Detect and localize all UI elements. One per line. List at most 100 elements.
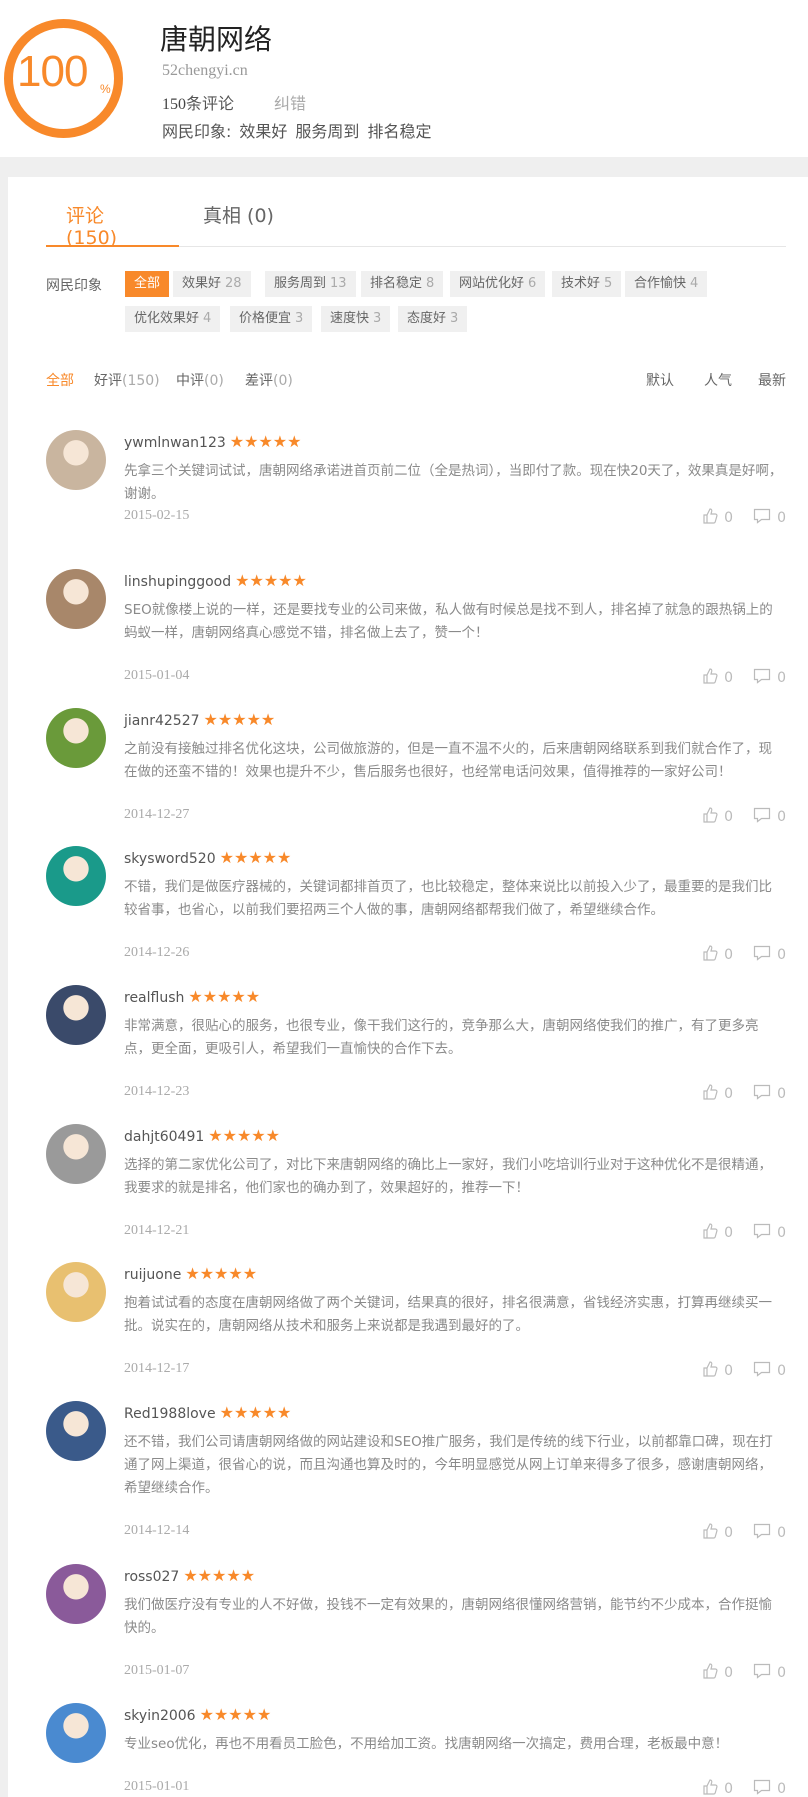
review-header: Red1988love ★★★★★	[124, 1403, 291, 1422]
reply-count: 0	[777, 670, 786, 686]
review-username[interactable]: ruijuone	[124, 1267, 181, 1283]
review-text: 之前没有接触过排名优化这块，公司做旅游的，但是一直不温不火的，后来唐朝网络联系到…	[124, 741, 772, 780]
review-text: 抱着试试看的态度在唐朝网络做了两个关键词，结果真的很好，排名很满意，省钱经济实惠…	[124, 1295, 772, 1334]
reply-count: 0	[777, 809, 786, 825]
review-item: realflush ★★★★★ 非常满意，很贴心的服务，也很专业，像干我们这行的，竞…	[46, 985, 786, 1105]
avatar[interactable]	[46, 846, 106, 906]
review-text: 还不错，我们公司请唐朝网络做的网站建设和SEO推广服务，我们是传统的线下行业，以…	[124, 1434, 773, 1496]
like-button[interactable]: 0	[702, 1523, 733, 1543]
like-button[interactable]: 0	[702, 1779, 733, 1797]
review-date: 2014-12-27	[124, 807, 190, 822]
reply-button[interactable]: 0	[753, 1779, 786, 1797]
review-actions: 00	[682, 945, 786, 965]
review-username[interactable]: skysword520	[124, 851, 216, 867]
tab-comments[interactable]: 评论 (150)	[46, 205, 179, 249]
rating-stars-icon: ★★★★★	[185, 1264, 258, 1283]
like-button[interactable]: 0	[702, 1223, 733, 1243]
comment-suffix: 条评论	[186, 94, 235, 113]
review-username[interactable]: jianr42527	[124, 713, 200, 729]
avatar[interactable]	[46, 1124, 106, 1184]
tag-item[interactable]: 合作愉快 4	[625, 271, 708, 297]
rating-stars-icon: ★★★★★	[188, 987, 261, 1006]
review-text: SEO就像楼上说的一样，还是要找专业的公司来做，私人做有时候总是找不到人，排名掉…	[124, 602, 773, 641]
reply-button[interactable]: 0	[753, 1663, 786, 1683]
reply-button[interactable]: 0	[753, 1523, 786, 1543]
reply-button[interactable]: 0	[753, 1084, 786, 1104]
report-error-link[interactable]: 纠错	[274, 94, 306, 113]
tag-label: 排名稳定	[370, 276, 423, 291]
filter-negative[interactable]: 差评(0)	[245, 370, 293, 390]
impression-label: 网民印象	[46, 278, 102, 294]
tag-item[interactable]: 技术好 5	[552, 271, 622, 297]
like-count: 0	[724, 1665, 734, 1681]
sort-popular[interactable]: 人气	[704, 370, 732, 390]
like-button[interactable]: 0	[702, 668, 733, 688]
avatar[interactable]	[46, 1262, 106, 1322]
review-username[interactable]: ywmlnwan123	[124, 435, 226, 451]
review-text: 不错，我们是做医疗器械的，关键词都排首页了，也比较稳定，整体来说比以前投入少了，…	[124, 879, 772, 918]
avatar[interactable]	[46, 708, 106, 768]
like-count: 0	[724, 1225, 734, 1241]
like-button[interactable]: 0	[702, 508, 733, 528]
avatar[interactable]	[46, 985, 106, 1045]
like-button[interactable]: 0	[702, 807, 733, 827]
reply-button[interactable]: 0	[753, 807, 786, 827]
avatar[interactable]	[46, 1564, 106, 1624]
avatar[interactable]	[46, 569, 106, 629]
review-date: 2014-12-17	[124, 1361, 190, 1376]
tag-item[interactable]: 服务周到 13	[265, 271, 356, 297]
like-button[interactable]: 0	[702, 1361, 733, 1381]
sort-newest[interactable]: 最新	[758, 370, 786, 390]
filter-count: (150)	[122, 373, 160, 389]
review-date: 2014-12-21	[124, 1223, 190, 1238]
review-date: 2015-01-04	[124, 668, 190, 683]
reviews-card: 评论 (150) 真相 (0) 网民印象 全部 效果好 28 服务周到 13 排名稳…	[8, 177, 808, 1797]
filter-row: 全部 好评(150) 中评(0) 差评(0) 默认 人气 最新	[46, 370, 786, 390]
tag-item[interactable]: 效果好 28	[173, 271, 251, 297]
reply-button[interactable]: 0	[753, 1223, 786, 1243]
review-username[interactable]: skyin2006	[124, 1708, 196, 1724]
reply-button[interactable]: 0	[753, 508, 786, 528]
tag-item[interactable]: 速度快 3	[321, 306, 391, 332]
review-username[interactable]: linshupinggood	[124, 574, 231, 590]
tag-count: 8	[426, 276, 435, 291]
rating-stars-icon: ★★★★★	[229, 432, 302, 451]
company-domain[interactable]: 52chengyi.cn	[162, 62, 248, 80]
review-date: 2014-12-23	[124, 1084, 190, 1099]
review-username[interactable]: realflush	[124, 990, 184, 1006]
reply-button[interactable]: 0	[753, 945, 786, 965]
like-count: 0	[724, 670, 734, 686]
review-username[interactable]: dahjt60491	[124, 1129, 204, 1145]
tag-item[interactable]: 优化效果好 4	[125, 306, 221, 332]
tag-item[interactable]: 网站优化好 6	[450, 271, 546, 297]
filter-all[interactable]: 全部	[46, 370, 74, 390]
reply-button[interactable]: 0	[753, 1361, 786, 1381]
filter-positive[interactable]: 好评(150)	[94, 370, 160, 390]
avatar[interactable]	[46, 1401, 106, 1461]
avatar[interactable]	[46, 430, 106, 490]
review-date: 2014-12-26	[124, 945, 190, 960]
thumbs-up-icon	[702, 1084, 724, 1104]
comment-bubble-icon	[753, 1779, 777, 1797]
rating-stars-icon: ★★★★★	[208, 1126, 280, 1145]
review-username[interactable]: Red1988love	[124, 1406, 216, 1422]
review-username[interactable]: ross027	[124, 1569, 179, 1585]
review-date: 2015-02-15	[124, 508, 190, 523]
tag-item[interactable]: 价格便宜 3	[230, 306, 313, 332]
avatar[interactable]	[46, 1703, 106, 1763]
tab-truth[interactable]: 真相 (0)	[203, 205, 274, 247]
like-button[interactable]: 0	[702, 1084, 733, 1104]
tag-item[interactable]: 态度好 3	[398, 306, 468, 332]
tag-all[interactable]: 全部	[125, 271, 170, 297]
filter-neutral[interactable]: 中评(0)	[176, 370, 224, 390]
like-button[interactable]: 0	[702, 945, 733, 965]
tag-item[interactable]: 排名稳定 8	[361, 271, 444, 297]
like-count: 0	[724, 1781, 734, 1797]
thumbs-up-icon	[702, 508, 724, 528]
review-header: ross027 ★★★★★	[124, 1566, 255, 1585]
filter-count: (0)	[204, 373, 224, 389]
tag-label: 合作愉快	[634, 276, 687, 291]
like-button[interactable]: 0	[702, 1663, 733, 1683]
reply-button[interactable]: 0	[753, 668, 786, 688]
sort-default[interactable]: 默认	[646, 370, 674, 390]
